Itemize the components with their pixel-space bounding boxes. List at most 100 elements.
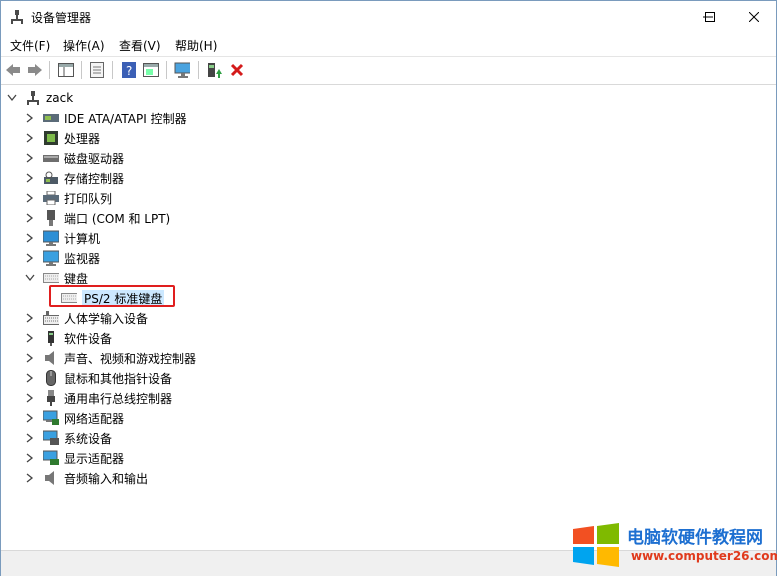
action-pane-icon[interactable]	[143, 62, 159, 78]
processor-chip-icon	[43, 130, 59, 146]
tree-item-label: 计算机	[64, 231, 101, 246]
tree-item-computer[interactable]: 计算机	[25, 228, 100, 248]
chevron-right-icon[interactable]	[25, 233, 35, 243]
tree-item-audio-io[interactable]: 音频输入和输出	[25, 468, 148, 488]
chevron-right-icon[interactable]	[25, 253, 35, 263]
help-icon[interactable]: ?	[121, 62, 137, 78]
tree-item-mice[interactable]: 鼠标和其他指针设备	[25, 368, 172, 388]
tree-item-usb[interactable]: 通用串行总线控制器	[25, 388, 172, 408]
usb-icon	[43, 390, 59, 406]
human-interface-device-icon	[43, 310, 59, 326]
tree-item-processor[interactable]: 处理器	[25, 128, 100, 148]
tree-item-label: 音频输入和输出	[64, 471, 149, 486]
chevron-right-icon[interactable]	[25, 133, 35, 143]
speaker-icon	[43, 470, 59, 486]
tree-item-print-queues[interactable]: 打印队列	[25, 188, 112, 208]
chevron-down-icon[interactable]	[7, 93, 17, 103]
tree-item-label: 监视器	[64, 251, 101, 266]
scan-hardware-monitor-icon[interactable]	[174, 62, 190, 78]
uninstall-x-icon[interactable]	[229, 62, 245, 78]
tree-item-label: 存储控制器	[64, 171, 125, 186]
disk-drive-icon	[43, 150, 59, 166]
tree-item-label: 人体学输入设备	[64, 311, 149, 326]
tree-item-label: 键盘	[64, 271, 89, 286]
chevron-right-icon[interactable]	[25, 173, 35, 183]
toolbar-separator	[198, 61, 199, 79]
chevron-right-icon[interactable]	[25, 473, 35, 483]
system-device-icon	[43, 430, 59, 446]
tree-root-node[interactable]: zack	[7, 88, 73, 108]
tree-item-label: 系统设备	[64, 431, 113, 446]
tree-item-storage-controllers[interactable]: 存储控制器	[25, 168, 124, 188]
device-tree: zack IDE ATA/ATAPI 控制器 处理器 磁盘驱动器 存储控制器 打…	[1, 85, 776, 549]
chevron-right-icon[interactable]	[25, 393, 35, 403]
tree-item-label: 声音、视频和游戏控制器	[64, 351, 197, 366]
ide-controller-icon	[43, 110, 59, 126]
tree-item-ports[interactable]: 端口 (COM 和 LPT)	[25, 208, 170, 228]
tree-item-label: 网络适配器	[64, 411, 125, 426]
toolbar-separator	[166, 61, 167, 79]
highlight-annotation-box	[49, 285, 175, 307]
chevron-right-icon[interactable]	[25, 193, 35, 203]
software-device-icon	[43, 330, 59, 346]
speaker-icon	[43, 350, 59, 366]
tree-item-network-adapters[interactable]: 网络适配器	[25, 408, 124, 428]
chevron-right-icon[interactable]	[25, 333, 35, 343]
update-driver-icon[interactable]	[206, 62, 222, 78]
chevron-right-icon[interactable]	[25, 313, 35, 323]
monitor-icon	[43, 250, 59, 266]
windows-logo-icon	[571, 523, 621, 567]
tree-item-display-adapters[interactable]: 显示适配器	[25, 448, 124, 468]
tree-item-hid[interactable]: 人体学输入设备	[25, 308, 148, 328]
toolbar: ?	[1, 56, 776, 85]
window-title: 设备管理器	[31, 11, 92, 25]
tree-item-sound[interactable]: 声音、视频和游戏控制器	[25, 348, 196, 368]
computer-network-icon	[25, 90, 41, 106]
close-button[interactable]	[731, 1, 777, 32]
tree-item-ide[interactable]: IDE ATA/ATAPI 控制器	[25, 108, 187, 128]
keyboard-icon	[43, 270, 59, 286]
menu-help[interactable]: 帮助(H)	[175, 37, 217, 54]
tree-item-label: IDE ATA/ATAPI 控制器	[64, 111, 187, 126]
tree-item-system-devices[interactable]: 系统设备	[25, 428, 112, 448]
forward-arrow-icon[interactable]	[27, 62, 43, 78]
network-adapter-icon	[43, 410, 59, 426]
maximize-button[interactable]	[687, 1, 733, 32]
tree-item-label: 软件设备	[64, 331, 113, 346]
tree-item-label: 打印队列	[64, 191, 113, 206]
chevron-right-icon[interactable]	[25, 373, 35, 383]
chevron-down-icon[interactable]	[25, 273, 35, 283]
title-bar: 设备管理器	[1, 1, 776, 32]
watermark-title: 电脑软硬件教程网	[627, 528, 763, 548]
display-adapter-icon	[43, 450, 59, 466]
properties-icon[interactable]	[89, 62, 105, 78]
chevron-right-icon[interactable]	[25, 113, 35, 123]
svg-text:?: ?	[126, 64, 132, 78]
toolbar-separator	[49, 61, 50, 79]
chevron-right-icon[interactable]	[25, 453, 35, 463]
device-manager-window: 设备管理器 文件(F) 操作(A) 查看(V) 帮助(H) ? zack IDE…	[0, 0, 777, 576]
device-manager-icon	[9, 9, 25, 25]
tree-item-label: 磁盘驱动器	[64, 151, 125, 166]
chevron-right-icon[interactable]	[25, 413, 35, 423]
mouse-icon	[43, 370, 59, 386]
storage-controller-icon	[43, 170, 59, 186]
back-arrow-icon[interactable]	[5, 62, 21, 78]
menu-bar: 文件(F) 操作(A) 查看(V) 帮助(H)	[1, 33, 776, 55]
tree-item-label: 端口 (COM 和 LPT)	[64, 211, 171, 226]
toolbar-separator	[81, 61, 82, 79]
chevron-right-icon[interactable]	[25, 213, 35, 223]
show-hide-console-tree-icon[interactable]	[58, 62, 74, 78]
tree-item-monitors[interactable]: 监视器	[25, 248, 100, 268]
site-watermark: 电脑软硬件教程网 www.computer26.com	[571, 521, 777, 571]
menu-action[interactable]: 操作(A)	[63, 37, 105, 54]
menu-view[interactable]: 查看(V)	[119, 37, 161, 54]
watermark-url: www.computer26.com	[631, 549, 777, 563]
toolbar-separator	[112, 61, 113, 79]
menu-file[interactable]: 文件(F)	[10, 37, 50, 54]
chevron-right-icon[interactable]	[25, 433, 35, 443]
chevron-right-icon[interactable]	[25, 153, 35, 163]
tree-item-disk-drives[interactable]: 磁盘驱动器	[25, 148, 124, 168]
tree-item-software-devices[interactable]: 软件设备	[25, 328, 112, 348]
chevron-right-icon[interactable]	[25, 353, 35, 363]
